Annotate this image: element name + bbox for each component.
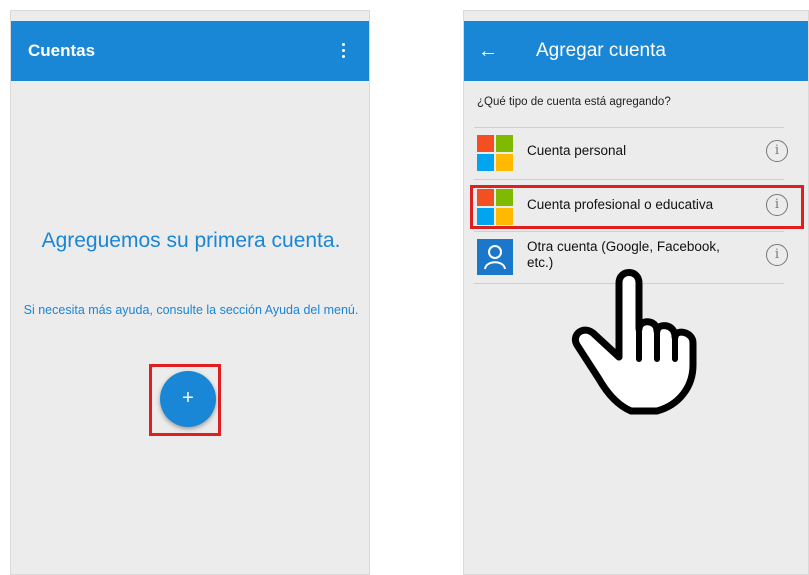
pointing-hand-icon — [572, 269, 697, 415]
add-account-screen: ← Agregar cuenta ¿Qué tipo de cuenta est… — [463, 10, 809, 575]
person-icon — [477, 239, 513, 275]
empty-state-title: Agreguemos su primera cuenta. — [41, 229, 341, 252]
empty-state-help: Si necesita más ayuda, consulte la secci… — [23, 303, 359, 317]
overflow-menu-icon[interactable] — [341, 43, 347, 61]
back-arrow-icon[interactable]: ← — [478, 39, 502, 63]
accounts-screen: Cuentas Agreguemos su primera cuenta. Si… — [10, 10, 370, 575]
page-title: Cuentas — [28, 41, 96, 60]
add-account-button[interactable]: + — [160, 371, 216, 427]
option-personal-account[interactable]: Cuenta personal i — [474, 131, 796, 175]
info-icon[interactable]: i — [766, 244, 788, 266]
account-type-question: ¿Qué tipo de cuenta está agregando? — [477, 96, 671, 108]
info-icon[interactable]: i — [766, 140, 788, 162]
screenshot-stage: Cuentas Agreguemos su primera cuenta. Si… — [0, 0, 809, 575]
divider — [474, 231, 784, 232]
work-account-highlight — [470, 185, 804, 229]
app-bar: ← Agregar cuenta — [464, 21, 808, 81]
microsoft-logo-icon — [477, 135, 513, 171]
option-label: Cuenta personal — [527, 143, 627, 158]
divider — [474, 179, 784, 180]
app-bar: Cuentas — [11, 21, 369, 81]
divider — [474, 127, 784, 128]
page-title: Agregar cuenta — [536, 40, 666, 61]
